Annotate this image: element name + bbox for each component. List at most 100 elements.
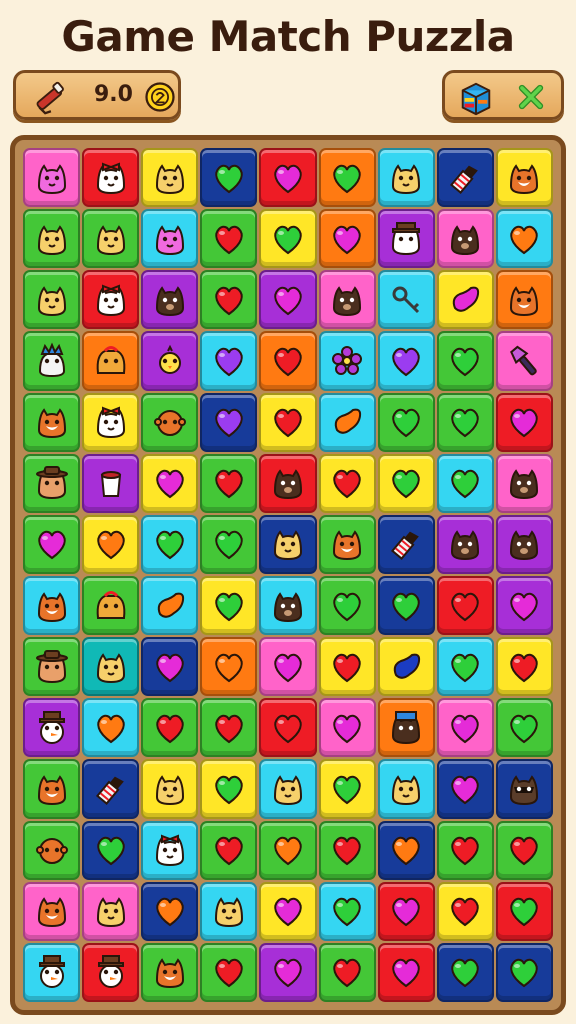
crate-icon[interactable] bbox=[457, 79, 495, 117]
tile[interactable] bbox=[200, 514, 258, 574]
tile[interactable] bbox=[141, 942, 199, 1002]
tile[interactable] bbox=[141, 453, 199, 513]
tile[interactable] bbox=[259, 209, 317, 269]
tile[interactable] bbox=[495, 453, 553, 513]
tile[interactable] bbox=[23, 820, 81, 880]
tile[interactable] bbox=[23, 637, 81, 697]
tile[interactable] bbox=[141, 698, 199, 758]
tile[interactable] bbox=[377, 881, 435, 941]
tile[interactable] bbox=[495, 331, 553, 391]
tile[interactable] bbox=[436, 148, 494, 208]
tile[interactable] bbox=[495, 148, 553, 208]
tile[interactable] bbox=[436, 759, 494, 819]
tile[interactable] bbox=[259, 637, 317, 697]
tile[interactable] bbox=[141, 331, 199, 391]
tile[interactable] bbox=[377, 148, 435, 208]
tool-icon[interactable] bbox=[30, 79, 68, 117]
tile[interactable] bbox=[436, 698, 494, 758]
tile[interactable] bbox=[200, 942, 258, 1002]
tile[interactable] bbox=[82, 942, 140, 1002]
tile[interactable] bbox=[141, 637, 199, 697]
tile[interactable] bbox=[200, 453, 258, 513]
tile[interactable] bbox=[200, 331, 258, 391]
tile[interactable] bbox=[318, 453, 376, 513]
tile[interactable] bbox=[318, 392, 376, 452]
tile[interactable] bbox=[82, 637, 140, 697]
tile[interactable] bbox=[495, 637, 553, 697]
tile[interactable] bbox=[23, 698, 81, 758]
tile[interactable] bbox=[318, 209, 376, 269]
tile[interactable] bbox=[200, 148, 258, 208]
tile[interactable] bbox=[23, 453, 81, 513]
tile[interactable] bbox=[23, 514, 81, 574]
tile[interactable] bbox=[141, 514, 199, 574]
tile[interactable] bbox=[200, 270, 258, 330]
tile[interactable] bbox=[82, 148, 140, 208]
tile[interactable] bbox=[259, 759, 317, 819]
tile[interactable] bbox=[200, 576, 258, 636]
tile[interactable] bbox=[377, 820, 435, 880]
tile[interactable] bbox=[436, 453, 494, 513]
tile[interactable] bbox=[200, 392, 258, 452]
tile[interactable] bbox=[141, 820, 199, 880]
tile[interactable] bbox=[82, 820, 140, 880]
tile[interactable] bbox=[377, 392, 435, 452]
tile[interactable] bbox=[377, 942, 435, 1002]
tile[interactable] bbox=[259, 698, 317, 758]
tile[interactable] bbox=[200, 698, 258, 758]
tile[interactable] bbox=[200, 209, 258, 269]
tile[interactable] bbox=[436, 576, 494, 636]
tile[interactable] bbox=[141, 576, 199, 636]
tile[interactable] bbox=[141, 759, 199, 819]
tile[interactable] bbox=[495, 514, 553, 574]
tile[interactable] bbox=[495, 942, 553, 1002]
tile[interactable] bbox=[141, 881, 199, 941]
tile[interactable] bbox=[141, 209, 199, 269]
tile[interactable] bbox=[82, 392, 140, 452]
tile[interactable] bbox=[436, 331, 494, 391]
tile[interactable] bbox=[377, 331, 435, 391]
tile[interactable] bbox=[318, 820, 376, 880]
tile[interactable] bbox=[23, 942, 81, 1002]
tile[interactable] bbox=[200, 881, 258, 941]
tile[interactable] bbox=[495, 820, 553, 880]
tile[interactable] bbox=[318, 514, 376, 574]
tile[interactable] bbox=[259, 453, 317, 513]
tile[interactable] bbox=[495, 881, 553, 941]
tile[interactable] bbox=[318, 698, 376, 758]
tile[interactable] bbox=[82, 331, 140, 391]
tile[interactable] bbox=[318, 576, 376, 636]
tile[interactable] bbox=[495, 209, 553, 269]
tile[interactable] bbox=[495, 759, 553, 819]
tile[interactable] bbox=[23, 881, 81, 941]
tile[interactable] bbox=[23, 148, 81, 208]
tile[interactable] bbox=[377, 698, 435, 758]
tile[interactable] bbox=[82, 759, 140, 819]
tile[interactable] bbox=[436, 270, 494, 330]
tile[interactable] bbox=[23, 270, 81, 330]
tile[interactable] bbox=[259, 942, 317, 1002]
tile[interactable] bbox=[23, 209, 81, 269]
tile[interactable] bbox=[495, 270, 553, 330]
tile[interactable] bbox=[436, 637, 494, 697]
tile[interactable] bbox=[318, 637, 376, 697]
tile[interactable] bbox=[436, 942, 494, 1002]
tile[interactable] bbox=[259, 392, 317, 452]
tile[interactable] bbox=[495, 576, 553, 636]
tile[interactable] bbox=[495, 392, 553, 452]
tile[interactable] bbox=[23, 392, 81, 452]
tile[interactable] bbox=[436, 881, 494, 941]
tile[interactable] bbox=[141, 148, 199, 208]
tile[interactable] bbox=[318, 942, 376, 1002]
tile[interactable] bbox=[377, 759, 435, 819]
tile[interactable] bbox=[377, 453, 435, 513]
tile[interactable] bbox=[259, 576, 317, 636]
tile[interactable] bbox=[82, 576, 140, 636]
tile[interactable] bbox=[377, 209, 435, 269]
tile[interactable] bbox=[23, 331, 81, 391]
tile[interactable] bbox=[200, 637, 258, 697]
tile[interactable] bbox=[200, 820, 258, 880]
tile[interactable] bbox=[259, 148, 317, 208]
tile[interactable] bbox=[436, 514, 494, 574]
tile[interactable] bbox=[318, 331, 376, 391]
